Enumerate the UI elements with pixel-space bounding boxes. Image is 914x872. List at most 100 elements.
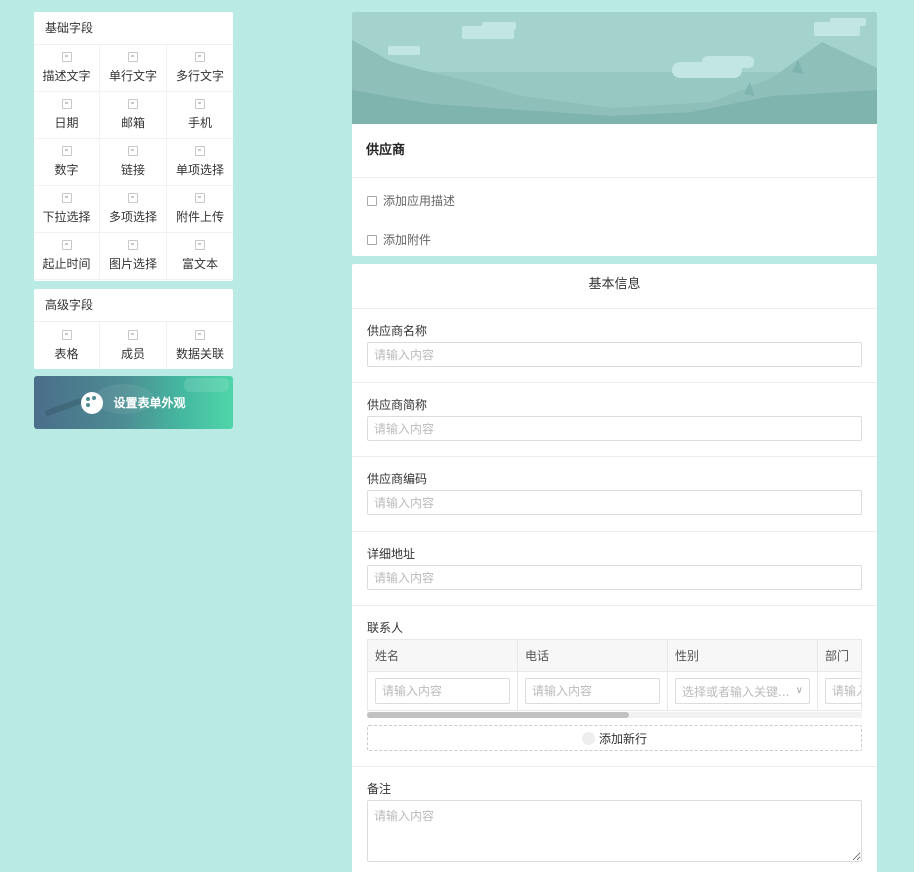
data-link-icon	[195, 329, 205, 340]
field-type-description[interactable]: 描述文字	[34, 45, 100, 92]
file-icon	[367, 234, 377, 245]
single-line-icon	[128, 52, 138, 62]
field-label: 供应商名称	[367, 324, 428, 338]
comment-icon	[367, 195, 377, 206]
add-row-button[interactable]: 添加新行	[367, 725, 862, 751]
field-type-number[interactable]: 数字	[34, 139, 100, 186]
field-type-label: 日期	[54, 116, 79, 130]
radio-icon	[195, 146, 205, 156]
field-type-label: 下拉选择	[42, 210, 91, 224]
address-input[interactable]	[367, 565, 862, 590]
chevron-down-icon: ∨	[795, 685, 803, 696]
field-type-label: 单行文字	[108, 69, 157, 83]
add-row-label: 添加新行	[598, 731, 647, 746]
field-type-label: 链接	[120, 163, 145, 177]
basic-fields-title: 基础字段	[34, 12, 233, 45]
field-type-multi-line[interactable]: 多行文字	[167, 45, 233, 92]
field-label: 详细地址	[367, 547, 416, 561]
remarks-textarea[interactable]	[367, 800, 862, 862]
advanced-fields-panel: 高级字段 表格 成员 数据关联	[34, 289, 233, 369]
basic-fields-panel: 基础字段 描述文字 单行文字 多行文字日期 邮箱 手机数字 链接 单项选择下拉选择 多项选择 附…	[34, 12, 233, 281]
rich-text-icon	[195, 240, 205, 250]
field-type-label: 描述文字	[42, 69, 91, 83]
field-label: 供应商简称	[367, 398, 428, 412]
field-type-label: 附件上传	[175, 210, 224, 224]
field-type-phone[interactable]: 手机	[167, 92, 233, 139]
field-type-label: 图片选择	[108, 257, 157, 271]
column-header-gender: 性别	[668, 640, 818, 671]
field-address: 详细地址	[352, 532, 877, 606]
field-type-label: 数字	[54, 163, 79, 177]
phone-icon	[195, 99, 205, 109]
field-type-label: 多行文字	[175, 69, 224, 83]
field-type-date[interactable]: 日期	[34, 92, 100, 139]
form-appearance-label: 设置表单外观	[113, 396, 186, 410]
field-type-data-link[interactable]: 数据关联	[167, 322, 233, 369]
link-icon	[128, 146, 138, 156]
supplier-name-input[interactable]	[367, 342, 862, 367]
form-header-card: 供应商 添加应用描述 添加附件	[352, 12, 877, 256]
add-description-link[interactable]: 添加应用描述	[352, 181, 877, 220]
column-header-name: 姓名	[368, 640, 518, 671]
scrollbar-thumb[interactable]	[367, 712, 629, 718]
description-icon	[61, 52, 72, 62]
time-range-icon	[61, 240, 72, 250]
field-type-member[interactable]: 成员	[100, 322, 167, 369]
add-attachment-link[interactable]: 添加附件	[352, 220, 877, 256]
table-row: 选择或者输入关键... ∨	[368, 672, 861, 710]
contact-name-input[interactable]	[375, 678, 510, 704]
field-type-dropdown[interactable]: 下拉选择	[34, 186, 100, 233]
field-type-image[interactable]: 图片选择	[100, 233, 167, 280]
field-type-label: 起止时间	[42, 257, 91, 271]
contact-gender-select[interactable]: 选择或者输入关键... ∨	[675, 678, 810, 704]
contacts-subtable: 姓名 电话 性别 部门 选择或者输入关键... ∨	[367, 639, 862, 711]
field-type-label: 手机	[187, 116, 212, 130]
gender-select-placeholder: 选择或者输入关键...	[682, 684, 790, 699]
field-type-label: 单项选择	[175, 163, 224, 177]
column-header-dept: 部门	[818, 640, 861, 671]
table-icon	[61, 329, 72, 340]
field-type-rich-text[interactable]: 富文本	[167, 233, 233, 280]
palette-icon	[81, 391, 104, 414]
form-appearance-button[interactable]: 设置表单外观	[34, 376, 233, 429]
add-description-label: 添加应用描述	[383, 194, 456, 208]
field-type-single-line[interactable]: 单行文字	[100, 45, 167, 92]
form-title[interactable]: 供应商	[352, 124, 877, 178]
email-icon	[128, 99, 138, 109]
field-type-table[interactable]: 表格	[34, 322, 100, 369]
horizontal-scrollbar[interactable]	[367, 712, 862, 718]
field-label: 供应商编码	[367, 472, 428, 486]
form-body-card: 基本信息 供应商名称 供应商简称 供应商编码 详细地址 联系人 姓名 电话 性别…	[352, 264, 877, 872]
field-supplier-name: 供应商名称	[352, 309, 877, 383]
section-title[interactable]: 基本信息	[352, 264, 877, 309]
field-type-label: 富文本	[181, 257, 218, 271]
field-type-attachment[interactable]: 附件上传	[167, 186, 233, 233]
field-type-label: 多项选择	[108, 210, 157, 224]
dropdown-icon	[61, 193, 72, 203]
contact-dept-input[interactable]	[825, 678, 861, 704]
contact-phone-input[interactable]	[525, 678, 660, 704]
field-type-link[interactable]: 链接	[100, 139, 167, 186]
checkbox-icon	[128, 193, 138, 203]
field-remarks: 备注	[352, 767, 877, 872]
field-supplier-code: 供应商编码	[352, 457, 877, 532]
image-icon	[128, 240, 138, 250]
field-type-label: 数据关联	[175, 346, 224, 361]
field-supplier-short-name: 供应商简称	[352, 383, 877, 457]
multi-line-icon	[195, 52, 205, 62]
field-label: 联系人	[367, 621, 404, 635]
field-type-radio[interactable]: 单项选择	[167, 139, 233, 186]
supplier-short-name-input[interactable]	[367, 416, 862, 441]
field-type-time-range[interactable]: 起止时间	[34, 233, 100, 280]
number-icon	[61, 146, 72, 156]
advanced-fields-title: 高级字段	[34, 289, 233, 322]
supplier-code-input[interactable]	[367, 490, 862, 515]
plus-circle-icon	[581, 731, 595, 745]
field-type-checkbox[interactable]: 多项选择	[100, 186, 167, 233]
field-type-email[interactable]: 邮箱	[100, 92, 167, 139]
field-type-label: 表格	[54, 346, 79, 361]
banner-illustration	[352, 12, 877, 124]
subtable-header: 姓名 电话 性别 部门	[368, 640, 861, 672]
add-attachment-label: 添加附件	[383, 233, 432, 247]
attachment-icon	[195, 193, 205, 203]
